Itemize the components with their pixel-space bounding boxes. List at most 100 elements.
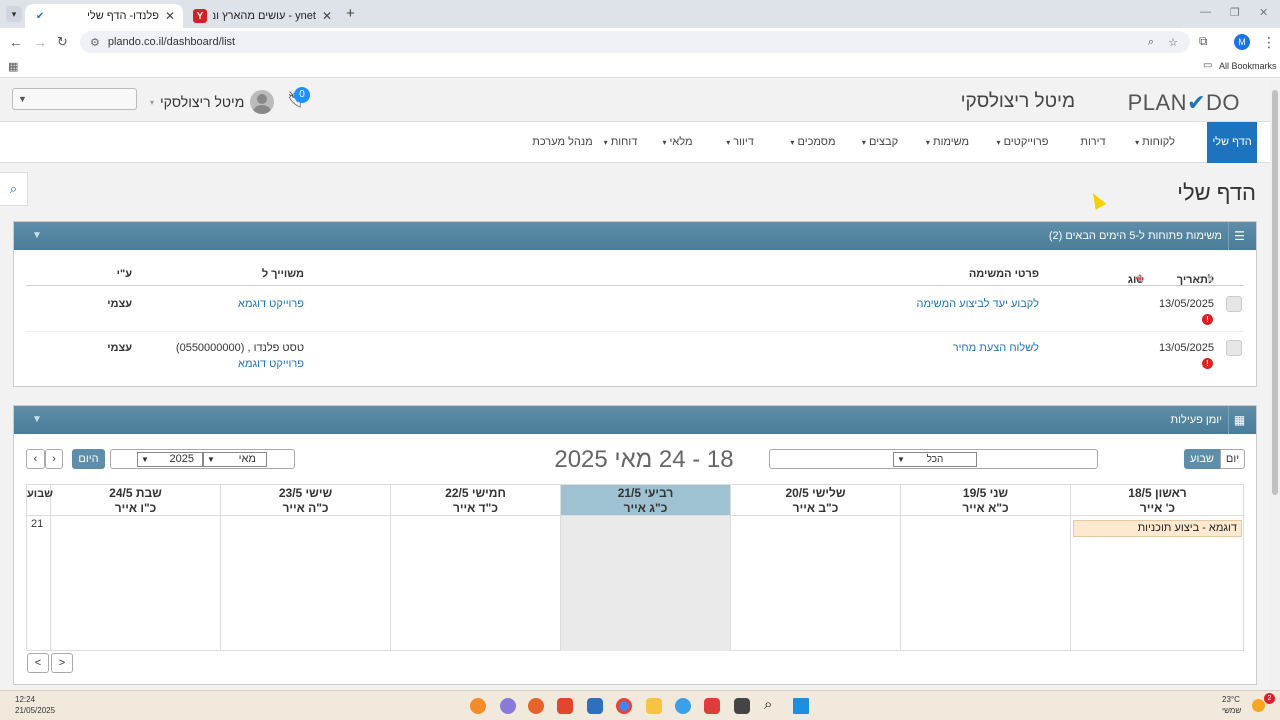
close-icon[interactable]: ✕: [322, 9, 332, 23]
scroll-right-button[interactable]: >: [51, 653, 73, 673]
assigned-client-link[interactable]: טסט פלנדו , (0550000000): [176, 342, 304, 354]
header-select[interactable]: ▼: [12, 88, 137, 110]
col-assigned: משוייך ל: [261, 268, 304, 280]
firefox-icon[interactable]: [528, 698, 544, 714]
month-select[interactable]: ▼ מאי: [203, 452, 267, 467]
table-row: 13/05/2025 ! לקבוע יעד לביצוע המשימה פרו…: [26, 288, 1244, 332]
chevron-down-icon: ▾: [150, 97, 155, 107]
nav-item-apartments[interactable]: דירות: [1068, 122, 1118, 163]
user-menu[interactable]: מיטל ריצולסקי ▾: [150, 90, 275, 114]
plando-logo[interactable]: PLAN✔DO: [1128, 90, 1240, 116]
task-details-link[interactable]: לשלוח הצעת מחיר: [953, 342, 1039, 354]
zoom-icon[interactable]: ⌕: [1148, 36, 1154, 49]
open-tasks-panel: ☰ משימות פתוחות ל-5 הימים הבאים (2) ▼ לת…: [13, 221, 1257, 387]
app-icon[interactable]: [734, 698, 750, 714]
nav-item-clients[interactable]: לקוחות ▾: [1120, 122, 1190, 163]
filter-select[interactable]: ▼ הכל: [893, 452, 977, 467]
reload-icon[interactable]: ↻: [57, 34, 68, 50]
url-field[interactable]: ⚙ plando.co.il/dashboard/list ⌕ ☆: [80, 31, 1190, 53]
profile-avatar[interactable]: M: [1234, 34, 1250, 50]
app-icon[interactable]: [470, 698, 486, 714]
today-button[interactable]: היום: [72, 449, 105, 469]
bookmarks-bar: ▦ ▭ All Bookmarks: [0, 56, 1280, 78]
task-date: 13/05/2025: [1158, 298, 1214, 310]
menu-kebab-icon[interactable]: ⋮: [1262, 34, 1276, 51]
back-icon[interactable]: ←: [9, 34, 23, 50]
search-icon[interactable]: ⌕: [764, 696, 772, 713]
folder-icon[interactable]: [646, 698, 662, 714]
assigned-project-link[interactable]: פרוייקט דוגמא: [238, 358, 304, 370]
page-scrollbar[interactable]: [1270, 80, 1280, 690]
panel-header[interactable]: ▦ יומן פעילות ▼: [14, 406, 1256, 434]
panel-title: משימות פתוחות ל-5 הימים הבאים (2): [1048, 230, 1222, 242]
restore-icon[interactable]: ❐: [1230, 6, 1240, 19]
nav-item-mailing[interactable]: דיוור ▾: [710, 122, 770, 163]
store-icon[interactable]: [587, 698, 603, 714]
nav-item-tasks[interactable]: משימות ▾: [915, 122, 980, 163]
browser-tab[interactable]: ✕ ynet - עושים מהארץ ומהעולם Y: [185, 4, 340, 28]
nav-item-reports[interactable]: דוחות ▾: [593, 122, 648, 163]
extensions-icon[interactable]: ⧉: [1199, 34, 1208, 49]
close-window-icon[interactable]: ✕: [1259, 6, 1268, 19]
day-column-mon[interactable]: שני 19/5 כ"א אייר: [900, 485, 1070, 651]
weather-widget[interactable]: 23°C שמשי: [1222, 694, 1241, 716]
task-checkbox[interactable]: [1226, 296, 1242, 312]
col-by: ע"י: [116, 268, 132, 280]
day-column-fri[interactable]: שישי 23/5 כ"ה אייר: [220, 485, 390, 651]
minimize-icon[interactable]: —: [1200, 6, 1211, 18]
app-icon[interactable]: [500, 698, 516, 714]
next-week-button[interactable]: ›: [45, 449, 63, 469]
windows-start-icon[interactable]: [793, 698, 809, 714]
panel-header[interactable]: ☰ משימות פתוחות ל-5 הימים הבאים (2) ▼: [14, 222, 1256, 250]
day-column-sat[interactable]: שבת 24/5 כ"ו אייר: [50, 485, 220, 651]
app-icon[interactable]: [704, 698, 720, 714]
clock[interactable]: 12:24 21/05/2025: [15, 694, 55, 716]
day-column-sun[interactable]: ראשון 18/5 כ' אייר דוגמא - ביצוע תוכניות: [1070, 485, 1244, 651]
task-details-link[interactable]: לקבוע יעד לביצוע המשימה: [917, 298, 1040, 310]
avatar: [250, 90, 275, 114]
all-bookmarks-link[interactable]: All Bookmarks: [1219, 61, 1277, 71]
plando-favicon-icon: ✔: [35, 10, 45, 22]
site-info-icon[interactable]: ⚙: [90, 36, 100, 49]
prev-week-button[interactable]: ‹: [26, 449, 45, 469]
chevron-down-icon[interactable]: ▼: [32, 222, 42, 250]
forward-icon[interactable]: →: [33, 34, 47, 50]
year-select[interactable]: ▼ 2025: [137, 452, 203, 467]
alert-icon: !: [1202, 314, 1213, 325]
nav-item-files[interactable]: קבצים ▾: [850, 122, 910, 163]
tab-search-button[interactable]: ▾: [6, 6, 22, 22]
browser-tab-active[interactable]: ✕ פלנדו- הדף שלי ✔: [25, 4, 183, 28]
view-day-button[interactable]: יום: [1220, 449, 1245, 469]
day-column-tue[interactable]: שלישי 20/5 כ"ב אייר: [730, 485, 900, 651]
scroll-left-button[interactable]: <: [27, 653, 49, 673]
bookmark-star-icon[interactable]: ☆: [1168, 36, 1178, 49]
assigned-project-link[interactable]: פרוייקט דוגמא: [238, 298, 304, 310]
nav-item-documents[interactable]: מסמכים ▾: [778, 122, 848, 163]
calendar-event[interactable]: דוגמא - ביצוע תוכניות: [1073, 520, 1242, 537]
nav-item-projects[interactable]: פרוייקטים ▾: [985, 122, 1060, 163]
month-year-box: ▼ 2025 ▼ מאי: [110, 449, 295, 469]
col-details: פרטי המשימה: [968, 268, 1039, 280]
tab-title: ynet - עושים מהארץ ומהעולם: [213, 10, 316, 22]
scrollbar-thumb[interactable]: [1272, 90, 1278, 495]
nav-item-inventory[interactable]: מלאי ▾: [650, 122, 705, 163]
new-tab-button[interactable]: +: [346, 5, 355, 22]
chevron-down-icon: ▼: [207, 455, 215, 464]
nav-item-admin[interactable]: מנהל מערכת: [525, 122, 600, 163]
chrome-icon[interactable]: [616, 698, 632, 714]
date-range-title: 18 - 24 מאי 2025: [554, 446, 734, 473]
copilot-icon[interactable]: [675, 698, 691, 714]
chevron-down-icon[interactable]: ▼: [32, 406, 42, 434]
nav-item-my-page[interactable]: הדף שלי: [1207, 122, 1257, 163]
apps-grid-icon[interactable]: ▦: [8, 60, 18, 73]
day-column-thu[interactable]: חמישי 22/5 כ"ד אייר: [390, 485, 560, 651]
close-icon[interactable]: ✕: [165, 9, 175, 23]
day-column-wed-today[interactable]: רביעי 21/5 כ"ג אייר: [560, 485, 730, 651]
task-checkbox[interactable]: [1226, 340, 1242, 356]
search-icon[interactable]: ⌕: [0, 172, 28, 206]
view-week-button[interactable]: שבוע: [1184, 449, 1220, 469]
os-taskbar: 12:24 21/05/2025 ⌕ 23°C שמשי 2: [0, 690, 1280, 720]
folder-icon: ▭: [1203, 60, 1213, 71]
anydesk-icon[interactable]: [557, 698, 573, 714]
chevron-down-icon: ▾: [662, 138, 667, 147]
